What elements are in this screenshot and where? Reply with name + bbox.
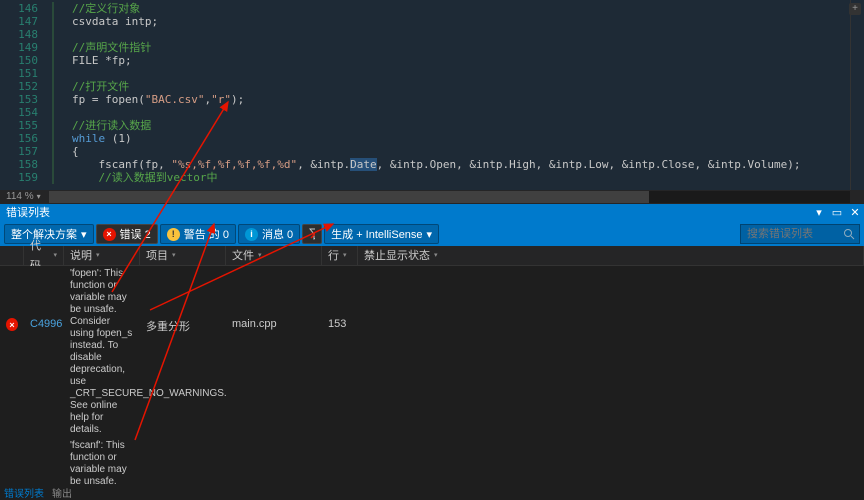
bottom-tabs: 错误列表 输出 <box>0 484 72 500</box>
code-editor[interactable]: 1461471481491501511521531541551561571581… <box>0 0 864 190</box>
col-description[interactable]: 说明 <box>64 246 140 265</box>
panel-pin-icon[interactable]: ▭ <box>828 204 846 222</box>
error-line: 158 <box>322 440 358 484</box>
error-code[interactable]: C4996 <box>24 268 64 330</box>
scrollbar-thumb[interactable] <box>49 191 649 203</box>
col-file[interactable]: 文件 <box>226 246 322 265</box>
panel-menu-icon[interactable]: ▾ <box>810 204 828 222</box>
zoom-dropdown[interactable]: 114 % <box>6 190 41 204</box>
col-suppress[interactable]: 禁止显示状态 <box>358 246 864 265</box>
warning-icon: ! <box>167 228 180 241</box>
minimap[interactable] <box>850 0 864 190</box>
error-icon: × <box>103 228 116 241</box>
error-code[interactable]: C4996 <box>24 440 64 484</box>
table-row[interactable]: × C4996'fopen': This function or variable… <box>0 266 864 438</box>
error-project: 多重分形 <box>140 440 226 484</box>
code-area[interactable]: //定义行对象csvdata intp;//声明文件指针FILE *fp;//打… <box>44 0 850 190</box>
error-list-toolbar: 整个解决方案▾ × 错误 2 ! 警告 的 0 i 消息 0 生成 + Inte… <box>0 222 864 246</box>
error-description: 'fopen': This function or variable may b… <box>64 268 140 436</box>
errors-filter-button[interactable]: × 错误 2 <box>96 224 158 244</box>
search-error-box[interactable] <box>740 224 860 244</box>
info-icon: i <box>245 228 258 241</box>
error-list-body[interactable]: × C4996'fopen': This function or variable… <box>0 266 864 484</box>
col-line[interactable]: 行 <box>322 246 358 265</box>
warnings-filter-button[interactable]: ! 警告 的 0 <box>160 224 236 244</box>
search-input[interactable] <box>747 225 841 243</box>
error-icon: × <box>6 318 18 331</box>
messages-filter-button[interactable]: i 消息 0 <box>238 224 300 244</box>
search-icon <box>843 228 855 240</box>
table-row[interactable]: ×C4996'fscanf': This function or variabl… <box>0 438 864 484</box>
editor-status-strip: 114 % <box>0 190 864 204</box>
panel-close-icon[interactable]: ✕ <box>846 204 864 222</box>
col-code[interactable]: 代码 <box>24 246 64 265</box>
tab-output[interactable]: 输出 <box>52 485 72 500</box>
line-gutter: 1461471481491501511521531541551561571581… <box>0 0 44 190</box>
error-description: 'fscanf': This function or variable may … <box>64 440 140 484</box>
col-icon[interactable] <box>0 246 24 265</box>
split-icon[interactable]: + <box>849 3 861 15</box>
clear-filter-button[interactable] <box>302 224 322 244</box>
error-file: main.cpp <box>226 268 322 330</box>
error-list-header: 代码 说明 项目 文件 行 禁止显示状态 <box>0 246 864 266</box>
filter-icon <box>309 228 315 240</box>
build-source-dropdown[interactable]: 生成 + IntelliSense▾ <box>324 224 439 244</box>
panel-title-text: 错误列表 <box>6 204 50 222</box>
error-list-titlebar: 错误列表 ▾ ▭ ✕ <box>0 204 864 222</box>
horizontal-scrollbar[interactable] <box>49 191 850 203</box>
error-line: 153 <box>322 268 358 330</box>
tab-error-list[interactable]: 错误列表 <box>4 485 44 500</box>
col-project[interactable]: 项目 <box>140 246 226 265</box>
error-project: 多重分形 <box>140 268 226 334</box>
error-file: main.cpp <box>226 440 322 484</box>
